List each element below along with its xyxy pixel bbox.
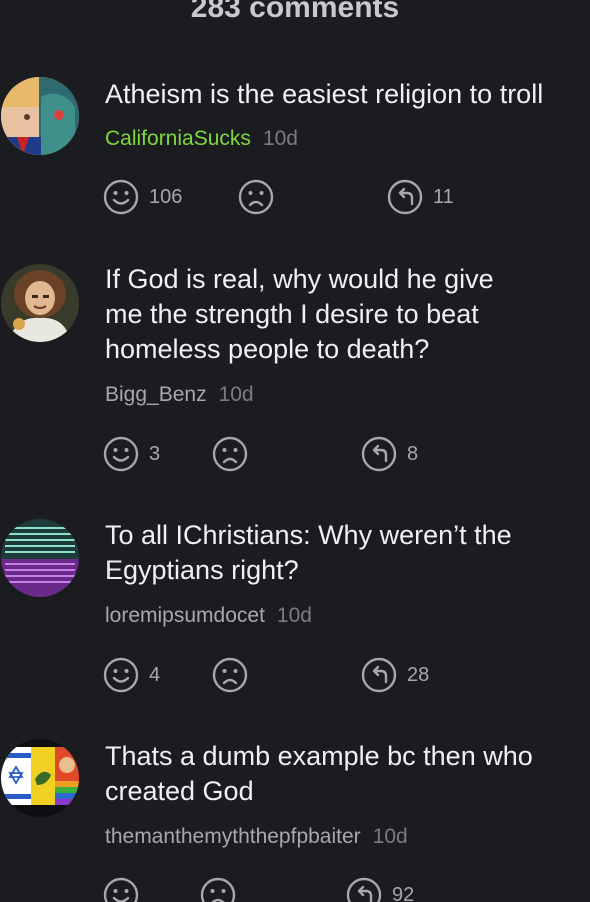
frown-face-icon (238, 179, 274, 215)
comment-age: 10d (276, 604, 312, 627)
dislike-button[interactable] (238, 177, 274, 217)
dislike-button[interactable] (212, 434, 248, 474)
comment-meta: themanthemyththepfpbaiter 10d (105, 824, 408, 850)
comment-meta: Bigg_Benz 10d (105, 382, 254, 408)
comment-text-line: To all IChristians: Why weren’t the (105, 520, 512, 550)
comment-text-line: Egyptians right? (105, 555, 299, 585)
reply-arrow-icon (361, 657, 397, 693)
like-button[interactable]: 106 (103, 177, 182, 217)
dislike-button[interactable] (200, 875, 236, 902)
author-name[interactable]: CaliforniaSucks (105, 127, 251, 150)
comment-text: If God is real, why would he give me the… (105, 262, 590, 367)
like-button[interactable] (103, 875, 149, 902)
avatar[interactable] (1, 739, 79, 817)
avatar[interactable] (1, 519, 79, 597)
author-name[interactable]: loremipsumdocet (105, 604, 265, 627)
comment-actions: 4 28 (0, 655, 590, 695)
comment-actions: 106 11 (0, 177, 590, 217)
like-count: 106 (149, 185, 183, 208)
comment-text-line: Atheism is the easiest religion to troll (105, 79, 544, 109)
reply-count: 8 (407, 442, 419, 465)
comment-text: To all IChristians: Why weren’t the Egyp… (105, 518, 590, 588)
reply-button[interactable]: 11 (387, 177, 454, 217)
reply-button[interactable]: 28 (361, 655, 429, 695)
comment-age: 10d (218, 383, 254, 406)
comment-text-line: me the strength I desire to beat (105, 299, 479, 329)
smile-face-icon (103, 179, 139, 215)
frown-face-icon (212, 436, 248, 472)
comment-text-line: If God is real, why would he give (105, 264, 494, 294)
author-name[interactable]: Bigg_Benz (105, 383, 207, 406)
comment-text-line: Thats a dumb example bc then who (105, 741, 533, 771)
comment-text: Thats a dumb example bc then who created… (105, 739, 590, 809)
comments-screen: 283 comments Atheism is the easiest reli… (0, 0, 590, 902)
avatar[interactable] (1, 264, 79, 342)
like-button[interactable]: 4 (103, 655, 160, 695)
comment-text-line: created God (105, 776, 254, 806)
dislike-button[interactable] (212, 655, 248, 695)
reply-button[interactable]: 92 (346, 875, 414, 902)
like-button[interactable]: 3 (103, 434, 160, 474)
frown-face-icon (212, 657, 248, 693)
comment-age: 10d (262, 127, 298, 150)
comments-count-header: 283 comments (190, 0, 400, 24)
smile-face-icon (103, 436, 139, 472)
comment-actions: 92 (0, 875, 590, 902)
reply-count: 28 (407, 663, 430, 686)
reply-arrow-icon (361, 436, 397, 472)
reply-button[interactable]: 8 (361, 434, 418, 474)
avatar[interactable] (1, 77, 79, 155)
comment-meta: CaliforniaSucks 10d (105, 126, 298, 152)
reply-count: 92 (392, 883, 415, 902)
author-name[interactable]: themanthemyththepfpbaiter (105, 825, 361, 848)
like-count: 4 (149, 663, 161, 686)
comment-text: Atheism is the easiest religion to troll (105, 77, 590, 112)
like-count: 3 (149, 442, 161, 465)
comment-meta: loremipsumdocet 10d (105, 603, 312, 629)
comment-text-line: homeless people to death? (105, 334, 430, 364)
comment-actions: 3 8 (0, 434, 590, 474)
reply-arrow-icon (346, 877, 382, 902)
comment-age: 10d (372, 825, 408, 848)
smile-face-icon (103, 657, 139, 693)
reply-arrow-icon (387, 179, 423, 215)
smile-face-icon (103, 877, 139, 902)
reply-count: 11 (433, 185, 454, 208)
frown-face-icon (200, 877, 236, 902)
